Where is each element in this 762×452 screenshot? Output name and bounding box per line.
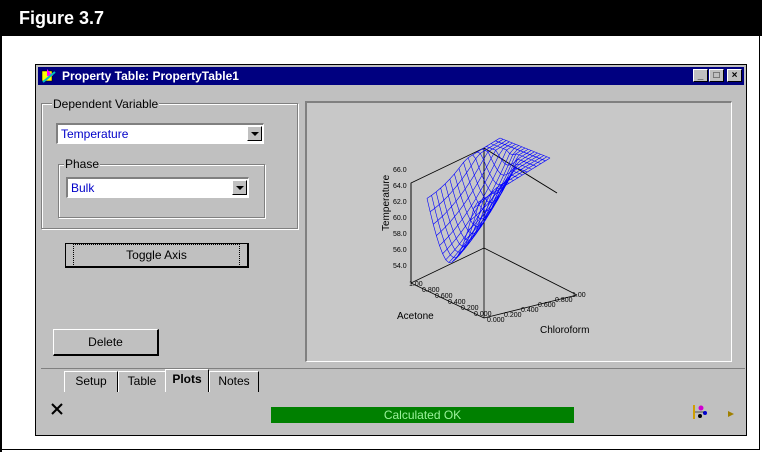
status-bar: Calculated OK	[271, 407, 574, 423]
chevron-down-icon[interactable]	[232, 180, 247, 195]
dependent-variable-select[interactable]: Temperature	[56, 123, 264, 144]
dependent-variable-value: Temperature	[61, 127, 129, 141]
close-button[interactable]: ×	[727, 69, 742, 82]
maximize-button[interactable]: □	[709, 69, 724, 82]
tab-notes-label: Notes	[218, 374, 250, 388]
plot-area[interactable]: Temperature Acetone Chloroform 66.0 64.0 6…	[305, 101, 732, 362]
y-tick-label: 0.400	[521, 307, 539, 314]
toggle-axis-label: Toggle Axis	[73, 244, 240, 267]
z-tick-label: 60.0	[393, 215, 407, 222]
tab-notes[interactable]: Notes	[209, 371, 259, 392]
property-table-icon	[41, 69, 56, 83]
phase-value: Bulk	[71, 181, 95, 195]
phase-label: Phase	[64, 157, 101, 171]
plot-top-edge	[483, 147, 558, 194]
z-tick-label: 62.0	[393, 199, 407, 206]
surface-mesh	[426, 137, 551, 263]
delete-x-icon[interactable]	[50, 402, 64, 416]
y-tick-label: 0.800	[555, 297, 573, 304]
y-tick-label: 0.200	[504, 312, 522, 319]
tab-table-label: Table	[127, 374, 157, 388]
y-tick-label: 0.000	[487, 317, 505, 324]
window-titlebar[interactable]: Property Table: PropertyTable1 _ □ ×	[38, 67, 744, 85]
tab-setup-label: Setup	[75, 374, 107, 388]
delete-label: Delete	[88, 335, 123, 349]
y-tick-label: 0.600	[538, 302, 556, 309]
close-icon: ×	[731, 70, 738, 81]
z-axis-label: Temperature	[381, 174, 392, 231]
tab-strip-line	[41, 368, 745, 369]
x-tick-label: 1.00	[409, 281, 423, 288]
y-axis-label: Chloroform	[540, 325, 590, 336]
maximize-icon: □	[713, 70, 720, 81]
plot-floor-edge	[483, 247, 578, 296]
z-tick-label: 66.0	[393, 167, 407, 174]
z-tick-label: 58.0	[393, 231, 407, 238]
y-tick-label: 1.00	[572, 292, 586, 299]
object-hierarchy-icon[interactable]	[692, 404, 708, 420]
window-title: Property Table: PropertyTable1	[62, 69, 239, 83]
tab-plots-label: Plots	[172, 372, 202, 386]
tab-table[interactable]: Table	[118, 371, 166, 392]
toggle-axis-button[interactable]: Toggle Axis	[65, 243, 249, 268]
z-tick-label: 54.0	[393, 263, 407, 270]
z-tick-label: 56.0	[393, 247, 407, 254]
x-axis-label: Acetone	[397, 311, 434, 322]
plot-back-wall	[410, 147, 485, 284]
minimize-icon: _	[697, 70, 704, 81]
minimize-button[interactable]: _	[693, 69, 708, 82]
dependent-variable-label: Dependent Variable	[52, 97, 160, 111]
tab-plots[interactable]: Plots	[165, 369, 209, 392]
mesh-line	[499, 137, 551, 159]
right-arrow-icon[interactable]	[727, 410, 735, 418]
surface-plot	[410, 137, 578, 319]
tab-setup[interactable]: Setup	[64, 371, 118, 392]
delete-button[interactable]: Delete	[53, 329, 159, 356]
z-tick-label: 64.0	[393, 183, 407, 190]
phase-select[interactable]: Bulk	[66, 177, 249, 198]
chevron-down-icon[interactable]	[247, 126, 262, 141]
